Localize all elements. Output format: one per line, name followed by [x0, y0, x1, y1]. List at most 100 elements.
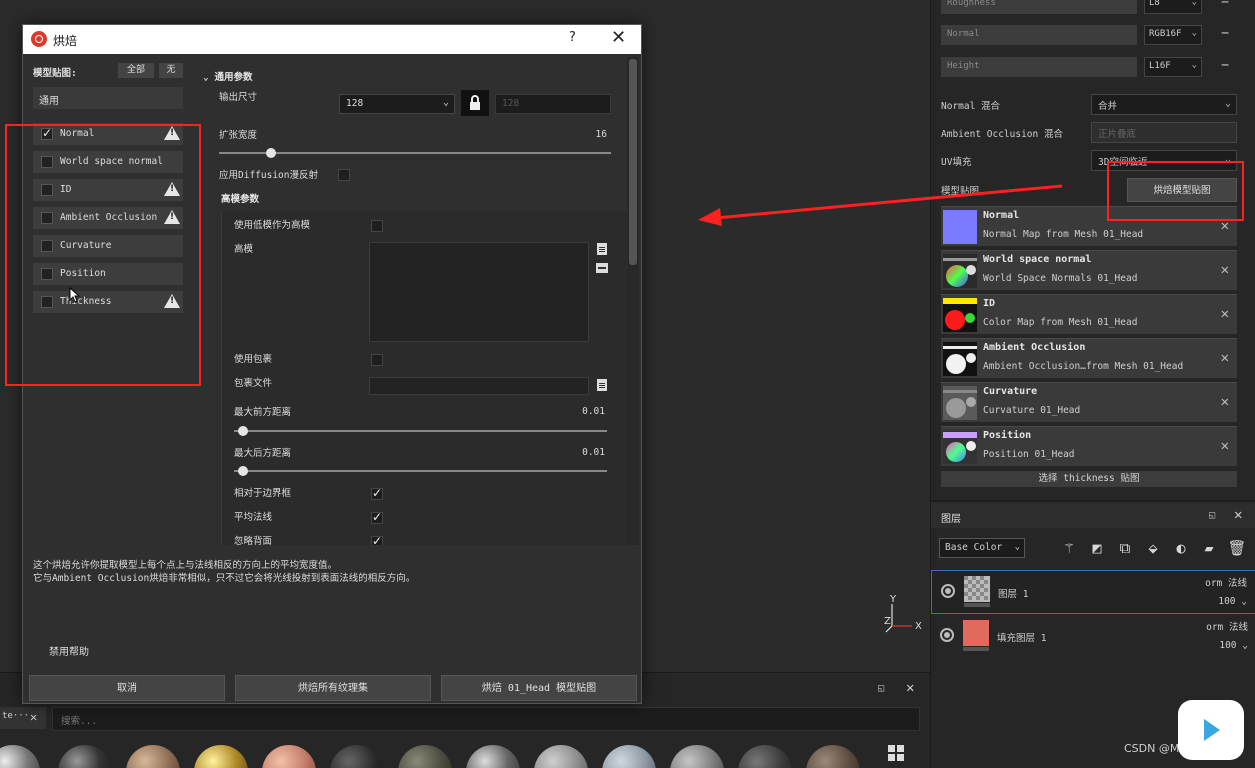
- material-preview[interactable]: [398, 745, 452, 768]
- mesh-map-slot-id[interactable]: ID Color Map from Mesh 01_Head ✕: [941, 294, 1237, 334]
- material-preview[interactable]: [806, 745, 860, 768]
- layer-row[interactable]: 填充图层 1 orm 法线 100 ⌄: [931, 615, 1255, 659]
- bake-preset-item[interactable]: 通用: [33, 87, 183, 109]
- visibility-eye-icon[interactable]: [941, 584, 955, 598]
- select-all-button[interactable]: 全部: [118, 63, 154, 78]
- add-layer-icon[interactable]: ⧉: [1115, 538, 1135, 558]
- dialog-titlebar[interactable]: 烘焙 ? ✕: [23, 25, 641, 54]
- remove-channel-button[interactable]: −: [1218, 27, 1232, 41]
- mesh-maps-label: 模型贴图:: [33, 68, 77, 79]
- bake-mesh-maps-button[interactable]: 烘焙 01_Head 模型贴图: [441, 675, 637, 701]
- shelf-tab[interactable]: te···: [0, 707, 46, 729]
- add-mask-icon[interactable]: ◐: [1171, 538, 1191, 558]
- add-folder-icon[interactable]: ▰: [1199, 538, 1219, 558]
- max-front-distance-slider-track[interactable]: [234, 430, 607, 432]
- remove-channel-button[interactable]: −: [1218, 59, 1232, 73]
- material-preview[interactable]: [738, 745, 792, 768]
- close-icon[interactable]: ✕: [1221, 350, 1229, 366]
- common-params-header[interactable]: ⌄ 通用参数: [203, 69, 252, 83]
- channel-format-value: RGB16F: [1149, 29, 1182, 39]
- close-icon[interactable]: ✕: [1221, 262, 1229, 278]
- close-icon[interactable]: ✕: [1234, 507, 1242, 523]
- channel-format-select[interactable]: L16F ⌄: [1144, 57, 1202, 77]
- apply-diffusion-checkbox[interactable]: [338, 169, 350, 181]
- close-icon[interactable]: ✕: [906, 680, 914, 696]
- grid-view-icon[interactable]: [888, 745, 906, 763]
- disable-help-toggle[interactable]: 禁用帮助: [49, 643, 89, 658]
- shelf-search-input[interactable]: 搜索...: [52, 707, 920, 731]
- dilation-width-value[interactable]: 16: [563, 129, 607, 140]
- file-icon[interactable]: [597, 243, 607, 255]
- mesh-map-slot-position[interactable]: Position Position 01_Head ✕: [941, 426, 1237, 466]
- output-size-select[interactable]: 128 ⌄: [339, 94, 455, 114]
- select-none-button[interactable]: 无: [159, 63, 183, 78]
- magic-wand-icon[interactable]: ⚚: [1059, 538, 1079, 558]
- material-preview[interactable]: [58, 745, 112, 768]
- minus-icon[interactable]: [596, 263, 608, 273]
- high-poly-params-header[interactable]: 高模参数: [221, 191, 259, 205]
- lock-button[interactable]: [461, 90, 489, 116]
- max-rear-distance-slider-knob[interactable]: [237, 466, 248, 476]
- channel-name: Roughness: [941, 0, 1137, 14]
- layer-mask-bar: [963, 647, 989, 651]
- channel-format-select[interactable]: RGB16F ⌄: [1144, 25, 1202, 45]
- material-preview[interactable]: [602, 745, 656, 768]
- layer-opacity-value: 100: [1219, 640, 1237, 651]
- add-fill-layer-icon[interactable]: ⬙: [1143, 538, 1163, 558]
- material-preview[interactable]: [126, 745, 180, 768]
- visibility-eye-icon[interactable]: [940, 628, 954, 642]
- normal-mix-select[interactable]: 合并 ⌄: [1091, 94, 1237, 115]
- max-front-distance-slider-knob[interactable]: [237, 426, 248, 436]
- max-rear-distance-slider-track[interactable]: [234, 470, 607, 472]
- layer-name: 填充图层 1: [997, 633, 1047, 644]
- dilation-width-slider-track[interactable]: [219, 152, 611, 154]
- dilation-width-slider-knob[interactable]: [266, 148, 277, 158]
- close-icon[interactable]: ✕: [1221, 438, 1229, 454]
- max-rear-distance-value[interactable]: 0.01: [557, 447, 605, 458]
- use-cage-checkbox[interactable]: [371, 354, 383, 366]
- material-preview[interactable]: [194, 745, 248, 768]
- popout-icon[interactable]: ◱: [1209, 510, 1215, 521]
- layer-row[interactable]: 图层 1 orm 法线 100 ⌄: [931, 570, 1255, 614]
- mesh-map-slot-ao[interactable]: Ambient Occlusion Ambient Occlusion…from…: [941, 338, 1237, 378]
- layer-opacity[interactable]: 100 ⌄: [1218, 596, 1247, 607]
- relative-to-bbox-checkbox[interactable]: [371, 486, 383, 500]
- normal-mix-label: Normal 混合: [941, 101, 1001, 112]
- material-preview[interactable]: [466, 745, 520, 768]
- material-preview[interactable]: [670, 745, 724, 768]
- average-normals-checkbox[interactable]: [371, 510, 383, 524]
- cage-file-field[interactable]: [369, 377, 589, 395]
- layer-channel-select[interactable]: Base Color ⌄: [939, 538, 1025, 558]
- mesh-map-title: ID: [983, 298, 996, 309]
- layer-opacity[interactable]: 100 ⌄: [1219, 640, 1248, 651]
- close-icon[interactable]: ✕: [1221, 306, 1229, 322]
- cancel-button[interactable]: 取消: [29, 675, 225, 701]
- annotation-arrow: [698, 184, 1063, 226]
- help-button[interactable]: ?: [569, 30, 576, 45]
- material-preview[interactable]: [534, 745, 588, 768]
- select-thickness-map-button[interactable]: 选择 thickness 贴图: [941, 471, 1237, 487]
- close-icon[interactable]: ✕: [611, 27, 626, 48]
- remove-channel-button[interactable]: −: [1218, 0, 1232, 10]
- smart-mask-icon[interactable]: ◩: [1087, 538, 1107, 558]
- material-preview[interactable]: [0, 745, 40, 768]
- ao-mix-select[interactable]: 正片叠底: [1091, 122, 1237, 143]
- use-low-as-high-checkbox[interactable]: [371, 220, 383, 232]
- layer-blend-mode[interactable]: orm 法线: [1206, 619, 1248, 633]
- mesh-map-slot-curvature[interactable]: Curvature Curvature 01_Head ✕: [941, 382, 1237, 422]
- scrollbar-thumb[interactable]: [629, 59, 637, 265]
- close-icon[interactable]: ✕: [1221, 394, 1229, 410]
- material-preview[interactable]: [262, 745, 316, 768]
- bake-all-texture-sets-button[interactable]: 烘焙所有纹理集: [235, 675, 431, 701]
- layer-blend-mode[interactable]: orm 法线: [1205, 575, 1247, 589]
- channel-format-select[interactable]: L8 ⌄: [1144, 0, 1202, 14]
- max-front-distance-value[interactable]: 0.01: [557, 406, 605, 417]
- file-icon[interactable]: [597, 379, 607, 391]
- ignore-backface-checkbox[interactable]: [371, 534, 383, 545]
- close-icon[interactable]: ✕: [30, 710, 37, 724]
- popout-icon[interactable]: ◱: [878, 683, 884, 694]
- delete-icon[interactable]: 🗑: [1227, 538, 1247, 558]
- mesh-map-slot-world-normal[interactable]: World space normal World Space Normals 0…: [941, 250, 1237, 290]
- material-preview[interactable]: [330, 745, 384, 768]
- high-poly-mesh-list[interactable]: [369, 242, 589, 342]
